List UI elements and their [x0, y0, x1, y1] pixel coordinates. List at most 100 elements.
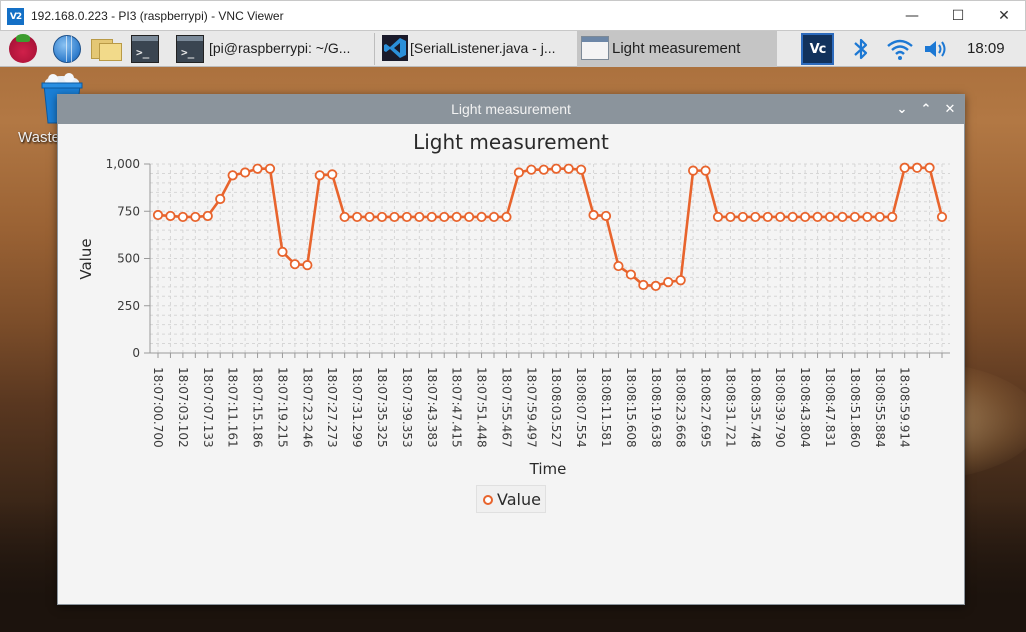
- data-point: [588, 209, 599, 221]
- window-icon: [581, 36, 609, 60]
- data-point: [314, 170, 325, 181]
- trash-label: Waste: [18, 129, 60, 146]
- x-axis-ticks: 18:07:00.700 18:07:03.102 18:07:07.133 18:0…: [151, 353, 943, 448]
- x-tick-label: 18:08:51.860: [848, 367, 862, 448]
- data-point: [775, 211, 786, 223]
- chart-legend[interactable]: Value: [476, 485, 546, 513]
- data-point: [849, 211, 860, 223]
- x-tick-label: 18:07:19.215: [275, 367, 289, 448]
- vnc-window-title: 192.168.0.223 - PI3 (raspberrypi) - VNC …: [31, 9, 284, 23]
- light-measurement-task-button[interactable]: Light measurement: [577, 31, 777, 67]
- legend-marker: [483, 495, 493, 505]
- data-point: [464, 211, 475, 223]
- vnc-tray-icon[interactable]: Vc: [801, 33, 834, 65]
- data-point: [576, 164, 587, 175]
- data-point: [215, 193, 226, 205]
- data-point: [376, 211, 388, 223]
- y-tick-label: 1,000: [106, 157, 140, 171]
- vscode-task-button[interactable]: [SerialListener.java - j...: [377, 31, 577, 67]
- y-axis-ticks: 0 250 500 750 1,000: [106, 157, 150, 360]
- chart-grid: [150, 163, 950, 354]
- x-tick-label: 18:08:43.804: [798, 367, 812, 448]
- data-point: [451, 211, 462, 223]
- data-point: [339, 211, 350, 223]
- data-point: [414, 211, 425, 223]
- x-tick-label: 18:08:19.638: [649, 367, 663, 448]
- terminal-task-label[interactable]: [pi@raspberrypi: ~/G...: [209, 40, 350, 56]
- data-point: [750, 211, 761, 223]
- chart-title: Light measurement: [413, 130, 609, 154]
- x-tick-label: 18:08:15.608: [624, 367, 638, 448]
- data-point: [439, 211, 450, 223]
- data-point: [252, 163, 263, 174]
- data-point: [824, 211, 836, 223]
- data-point: [488, 211, 500, 223]
- data-point: [177, 211, 188, 223]
- data-point: [737, 211, 748, 223]
- data-point: [426, 211, 437, 223]
- data-point: [240, 167, 251, 178]
- data-point: [725, 211, 736, 223]
- data-point: [476, 211, 487, 223]
- terminal-launcher-icon[interactable]: >_: [131, 35, 159, 63]
- vscode-task-label: [SerialListener.java - j...: [410, 40, 556, 56]
- file-manager-icon[interactable]: [91, 37, 123, 61]
- bluetooth-icon[interactable]: [851, 36, 871, 62]
- x-tick-label: 18:08:39.790: [773, 367, 787, 448]
- data-point: [202, 210, 213, 222]
- data-point: [600, 210, 612, 222]
- data-point: [762, 211, 773, 223]
- data-point: [700, 165, 711, 176]
- terminal-task-icon[interactable]: >_: [176, 35, 204, 63]
- data-point: [874, 211, 885, 223]
- data-point: [912, 162, 923, 173]
- data-point: [899, 162, 910, 173]
- close-button[interactable]: ✕: [991, 5, 1017, 27]
- data-point: [787, 211, 798, 223]
- light-measurement-task-label: Light measurement: [612, 40, 741, 57]
- light-measurement-window: Light measurement ⌄ ⌃ ✕ Light measuremen…: [57, 94, 965, 605]
- x-tick-label: 18:07:00.700: [151, 367, 165, 448]
- data-point: [289, 259, 300, 270]
- minimize-button[interactable]: —: [899, 5, 925, 27]
- vnc-titlebar: V2 192.168.0.223 - PI3 (raspberrypi) - V…: [0, 0, 1026, 31]
- wifi-icon[interactable]: [886, 36, 914, 62]
- x-tick-label: 18:07:23.246: [300, 367, 314, 448]
- data-point: [638, 279, 649, 291]
- x-tick-label: 18:07:35.325: [375, 367, 389, 448]
- x-tick-label: 18:08:59.914: [898, 367, 912, 448]
- data-point: [887, 211, 898, 223]
- data-point: [688, 165, 699, 176]
- data-point: [812, 211, 823, 223]
- y-axis-title: Value: [77, 238, 95, 279]
- data-point: [538, 164, 549, 175]
- x-tick-label: 18:07:43.383: [425, 367, 439, 448]
- chart-series: [152, 162, 948, 292]
- volume-icon[interactable]: [923, 37, 949, 61]
- data-point: [389, 211, 400, 223]
- vnc-logo-icon: V2: [7, 8, 24, 25]
- data-point: [513, 167, 524, 178]
- x-tick-label: 18:08:27.695: [699, 367, 713, 448]
- web-browser-icon[interactable]: [53, 35, 81, 63]
- data-point: [551, 163, 562, 174]
- x-tick-label: 18:07:55.467: [499, 367, 513, 448]
- x-tick-label: 18:07:39.353: [400, 367, 414, 448]
- x-tick-label: 18:07:11.161: [226, 367, 240, 448]
- data-point: [712, 211, 724, 223]
- taskbar: >_ >_ [pi@raspberrypi: ~/G... [SerialLis…: [0, 31, 1026, 67]
- x-axis-title: Time: [529, 460, 567, 478]
- data-point: [526, 164, 537, 175]
- data-point: [352, 211, 363, 223]
- maximize-button[interactable]: ☐: [945, 5, 971, 27]
- legend-label: Value: [497, 490, 541, 509]
- clock[interactable]: 18:09: [967, 40, 1005, 57]
- x-tick-label: 18:08:35.748: [748, 367, 762, 448]
- raspberry-menu-icon[interactable]: [9, 34, 37, 63]
- data-point: [401, 211, 412, 223]
- taskbar-separator: [374, 33, 375, 65]
- data-point: [264, 163, 276, 174]
- data-point: [936, 211, 948, 223]
- data-point: [364, 211, 375, 223]
- data-point: [675, 275, 686, 286]
